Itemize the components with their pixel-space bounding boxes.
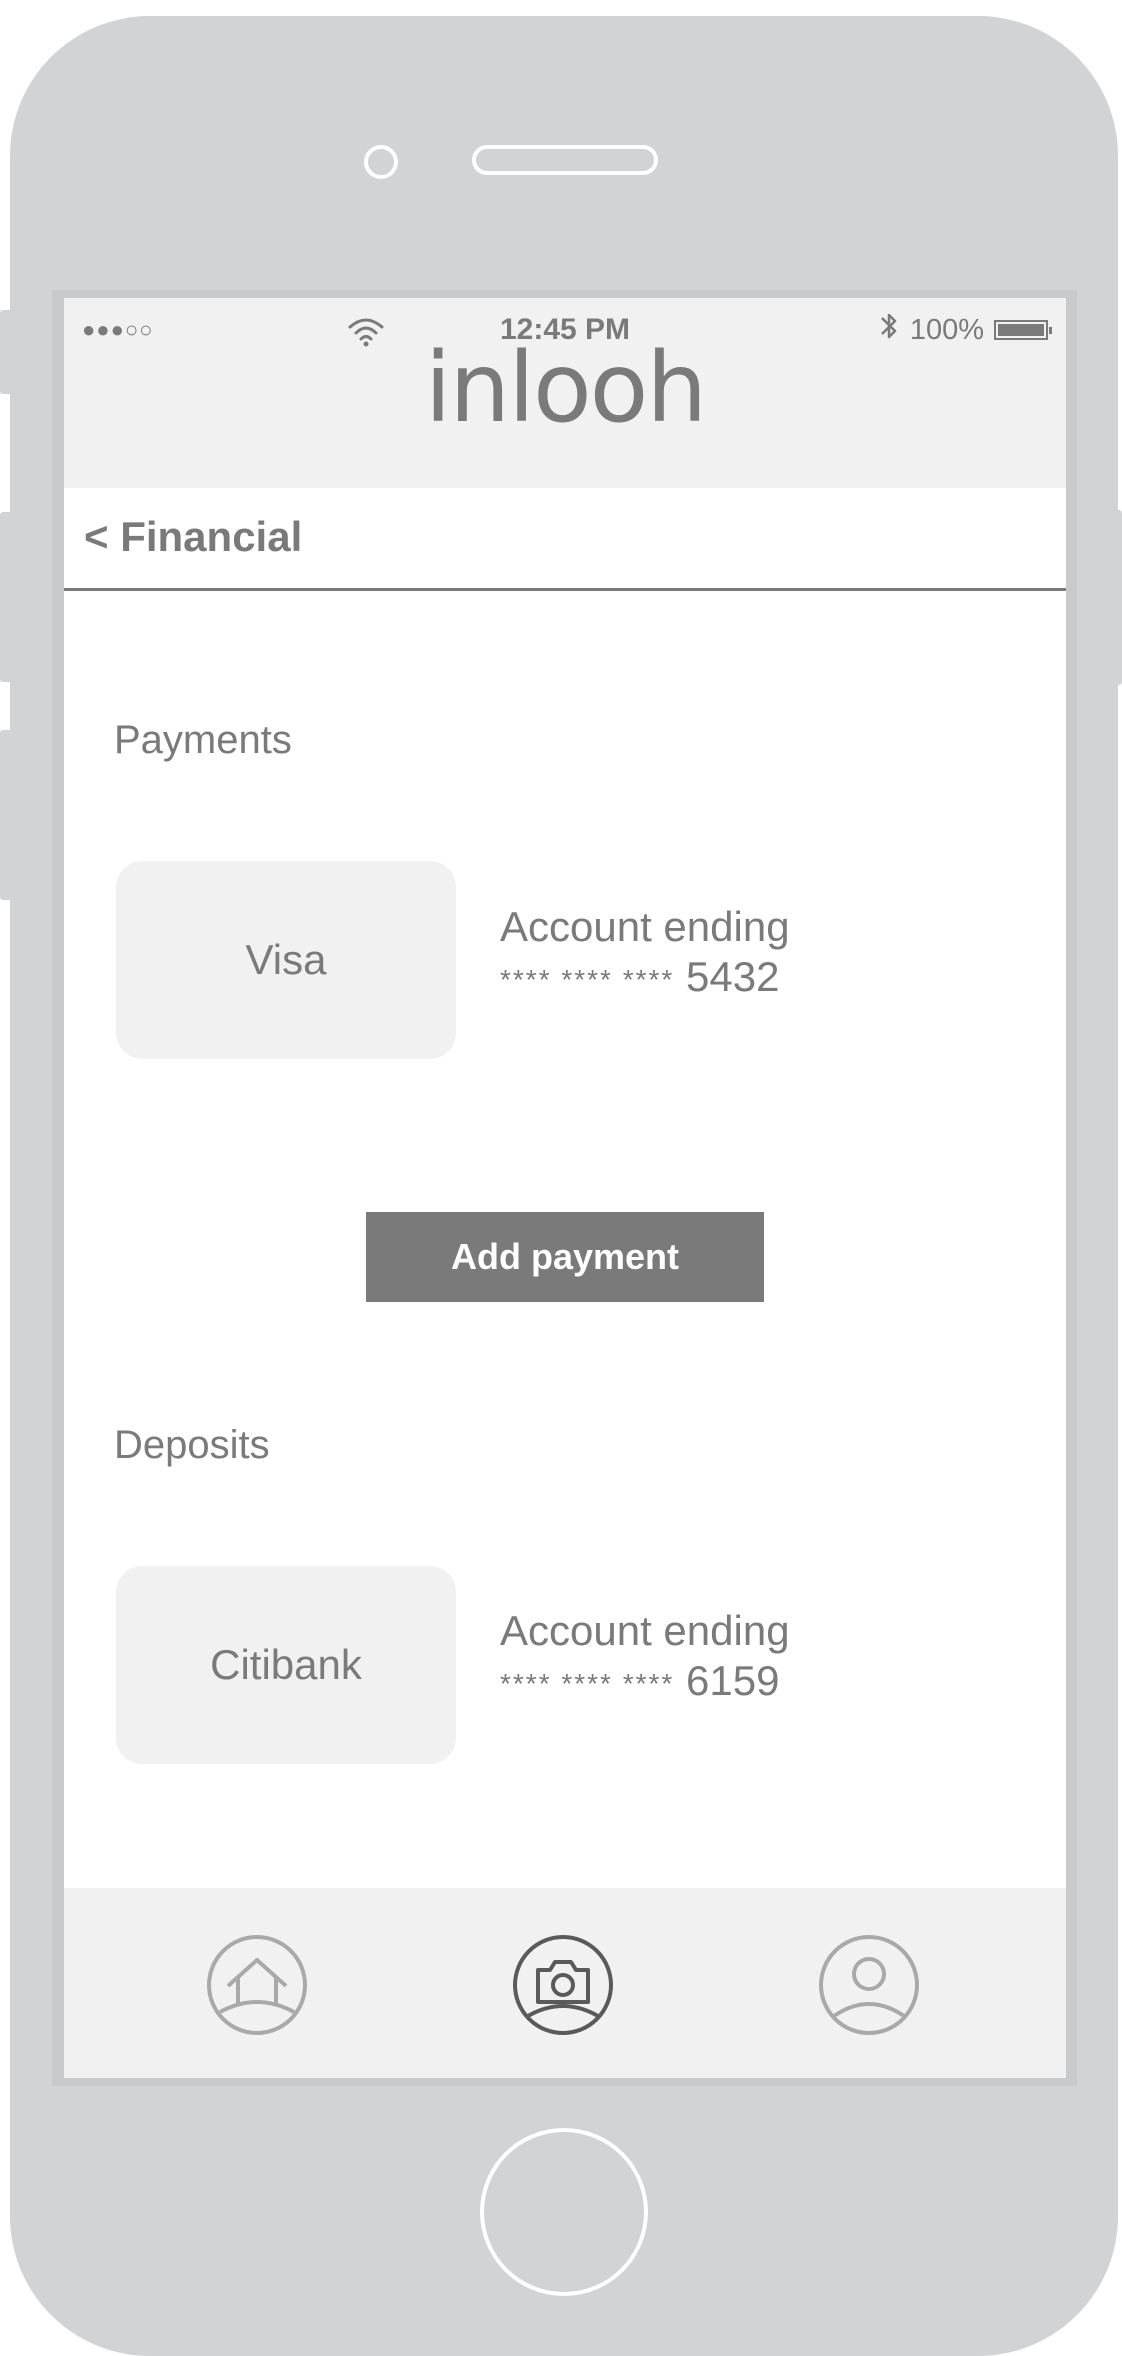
account-mask: **** **** **** xyxy=(500,963,675,995)
account-number: **** **** **** 6159 xyxy=(500,1656,790,1709)
home-button[interactable] xyxy=(480,2128,648,2296)
home-icon xyxy=(207,1935,307,2035)
account-label: Account ending xyxy=(500,903,790,950)
account-last-four: 5432 xyxy=(686,953,780,1000)
deposits-section-title: Deposits xyxy=(114,1423,270,1467)
tab-camera[interactable] xyxy=(512,1934,614,2036)
account-mask: **** **** **** xyxy=(500,1667,675,1699)
header-bar: ●●●○○ 12:45 PM 100% inlooh xyxy=(64,298,1066,488)
power-button xyxy=(1110,510,1122,685)
volume-down-button xyxy=(0,730,12,900)
tab-bar xyxy=(64,1888,1066,2078)
payment-account-info: Account ending **** **** **** 5432 xyxy=(500,902,790,1005)
tab-profile[interactable] xyxy=(818,1934,920,2036)
payment-card-visa[interactable]: Visa xyxy=(116,861,456,1059)
deposit-card-citibank[interactable]: Citibank xyxy=(116,1566,456,1764)
add-payment-button[interactable]: Add payment xyxy=(366,1212,764,1302)
profile-icon xyxy=(819,1935,919,2035)
camera-icon xyxy=(513,1935,613,2035)
back-button[interactable]: < Financial xyxy=(84,513,302,561)
account-number: **** **** **** 5432 xyxy=(500,952,790,1005)
navigation-bar: < Financial xyxy=(64,488,1066,591)
payments-section-title: Payments xyxy=(114,718,292,762)
tab-home[interactable] xyxy=(206,1934,308,2036)
earpiece-speaker xyxy=(472,145,658,175)
battery-icon xyxy=(994,320,1052,340)
volume-up-button xyxy=(0,512,12,682)
front-camera xyxy=(364,145,398,179)
deposit-account-info: Account ending **** **** **** 6159 xyxy=(500,1606,790,1709)
account-label: Account ending xyxy=(500,1607,790,1654)
screen: ●●●○○ 12:45 PM 100% inlooh < Financial P… xyxy=(64,298,1066,2078)
account-last-four: 6159 xyxy=(686,1657,780,1704)
app-logo: inlooh xyxy=(424,332,708,444)
mute-switch xyxy=(0,310,12,394)
